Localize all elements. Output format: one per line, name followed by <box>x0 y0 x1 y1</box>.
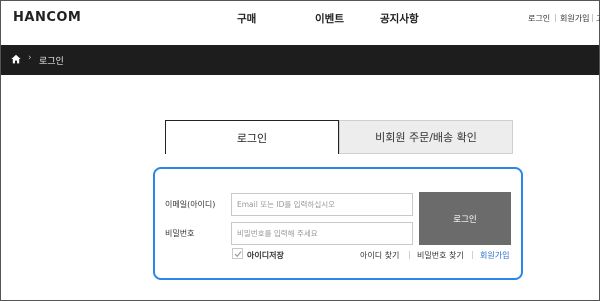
util-extra-link[interactable]: 고 <box>596 13 600 24</box>
util-signup-link[interactable]: 회원가입 <box>560 13 589 24</box>
save-id-label[interactable]: 아이디저장 <box>247 250 284 261</box>
tab-login[interactable]: 로그인 <box>165 120 339 154</box>
login-button-label: 로그인 <box>453 214 477 225</box>
tab-guest-order[interactable]: 비회원 주문/배송 확인 <box>339 120 513 154</box>
util-login-link[interactable]: 로그인 <box>528 13 550 24</box>
nav-item-events[interactable]: 이벤트 <box>315 11 344 26</box>
password-label: 비밀번호 <box>165 229 195 238</box>
password-field[interactable]: 비밀번호를 입력해 주세요 <box>231 222 413 245</box>
email-placeholder: Email 또는 ID를 입력하십시오 <box>237 200 336 209</box>
find-id-link[interactable]: 아이디 찾기 <box>360 250 399 261</box>
link-divider: | <box>408 250 411 259</box>
email-label: 이메일(아이디) <box>165 200 216 209</box>
home-icon[interactable] <box>11 54 21 64</box>
util-divider: | <box>554 13 557 22</box>
util-divider: | <box>591 13 594 22</box>
breadcrumb: › 로그인 <box>1 45 599 75</box>
nav-item-notices[interactable]: 공지사항 <box>380 11 419 26</box>
nav-item-purchase[interactable]: 구매 <box>237 11 256 26</box>
password-placeholder: 비밀번호를 입력해 주세요 <box>237 229 318 238</box>
check-icon <box>234 251 242 258</box>
site-header: HANCOM 구매 이벤트 공지사항 로그인 | 회원가입 | 고 <box>1 1 600 45</box>
page-frame: HANCOM 구매 이벤트 공지사항 로그인 | 회원가입 | 고 › 로그인 … <box>0 0 600 301</box>
email-field[interactable]: Email 또는 ID를 입력하십시오 <box>231 193 413 216</box>
login-form: 이메일(아이디) Email 또는 ID를 입력하십시오 비밀번호 비밀번호를 … <box>153 167 523 280</box>
main-nav: 구매 이벤트 공지사항 <box>1 11 599 27</box>
login-button[interactable]: 로그인 <box>419 192 511 245</box>
tab-guest-order-label: 비회원 주문/배송 확인 <box>375 131 477 144</box>
save-id-checkbox[interactable] <box>232 248 243 259</box>
find-password-link[interactable]: 비밀번호 찾기 <box>417 250 464 261</box>
link-divider: | <box>471 250 474 259</box>
chevron-right-icon: › <box>28 53 32 63</box>
breadcrumb-current: 로그인 <box>39 57 64 67</box>
signup-link[interactable]: 회원가입 <box>480 250 509 261</box>
tab-login-label: 로그인 <box>236 131 268 145</box>
